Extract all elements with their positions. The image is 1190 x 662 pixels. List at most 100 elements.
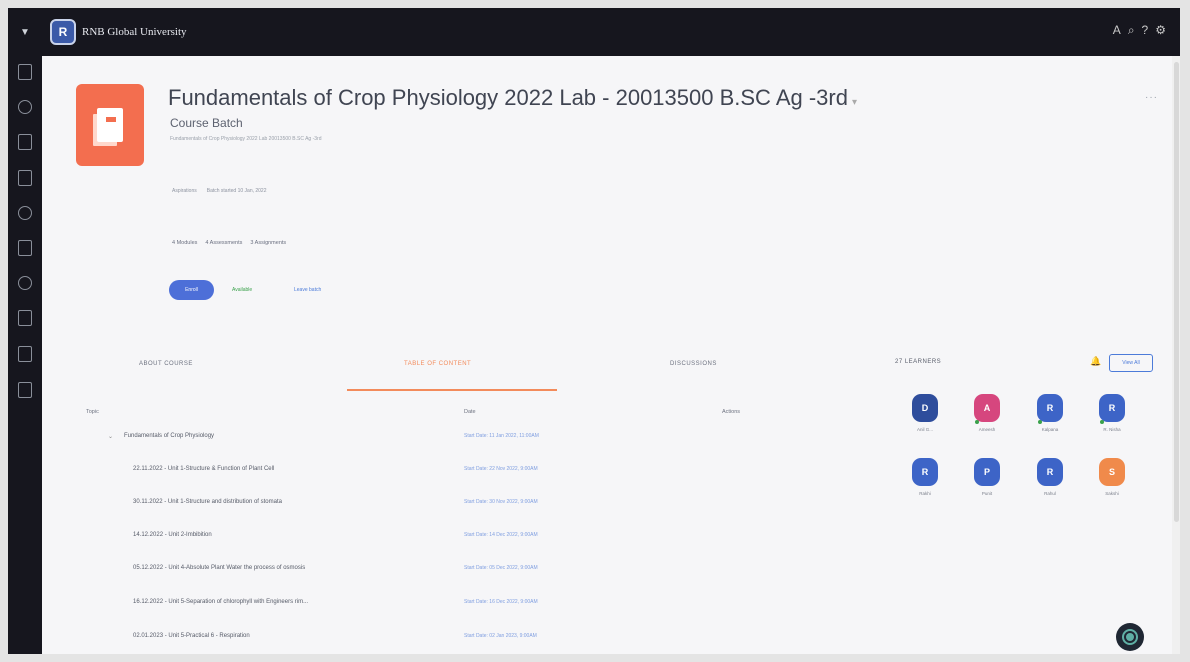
settings-icon[interactable]: ⚙ (1155, 23, 1166, 38)
learner-avatar[interactable]: A Ameesh (967, 394, 1007, 444)
document-icon[interactable] (18, 240, 32, 256)
row-date: Start Date: 30 Nov 2022, 9:00AM (464, 499, 538, 505)
tab-table-of-content[interactable]: TABLE OF CONTENT (404, 361, 471, 367)
courses-icon[interactable] (18, 134, 32, 150)
course-book-icon (76, 84, 144, 166)
edit-icon[interactable] (18, 310, 32, 326)
learner-avatar[interactable]: S Sakshi (1092, 458, 1132, 508)
tab-about-course[interactable]: ABOUT COURSE (139, 361, 193, 367)
availability-status: Available (232, 287, 253, 293)
row-date: Start Date: 05 Dec 2022, 9:00AM (464, 565, 538, 571)
course-stats: 4 Modules 4 Assessments 3 Assignments (172, 240, 286, 246)
users-icon[interactable] (18, 276, 32, 290)
table-row[interactable]: 02.01.2023 - Unit 5-Practical 6 - Respir… (42, 633, 872, 654)
learner-name: Ameesh (978, 427, 996, 432)
stat-assignments: 3 Assignments (250, 240, 287, 246)
chat-button[interactable] (1116, 623, 1144, 651)
learner-name: Rakhi (919, 491, 931, 496)
row-title[interactable]: 02.01.2023 - Unit 5-Practical 6 - Respir… (133, 633, 250, 639)
row-title[interactable]: Fundamentals of Crop Physiology (124, 433, 214, 439)
online-dot (1100, 420, 1104, 424)
stat-modules: 4 Modules (172, 240, 198, 246)
avatar: R (1037, 458, 1063, 486)
enroll-button[interactable]: Enroll (169, 280, 214, 300)
profile-icon[interactable] (18, 100, 32, 114)
app-screen: ▼ R RNB Global University A ⌕ ? ⚙ Fundam… (8, 8, 1180, 654)
notification-bell-icon[interactable]: 🔔 (1090, 356, 1101, 367)
top-right-icons: A ⌕ ? ⚙ (1113, 23, 1166, 38)
report-icon[interactable] (18, 382, 32, 398)
course-title: Fundamentals of Crop Physiology 2022 Lab… (168, 85, 857, 111)
learner-avatar[interactable]: R Kalpana (1030, 394, 1070, 444)
row-date: Start Date: 02 Jan 2023, 9:00AM (464, 633, 537, 639)
row-date: Start Date: 14 Dec 2022, 9:00AM (464, 532, 538, 538)
learner-name: Kalpana (1041, 427, 1059, 432)
learner-name: Punit (981, 491, 993, 496)
avatar: R (1099, 394, 1125, 422)
help-icon[interactable]: ? (1142, 23, 1149, 38)
chat-icon (1124, 631, 1136, 643)
avatar: R (912, 458, 938, 486)
calendar-icon[interactable] (18, 170, 32, 186)
column-header-actions: Actions (722, 409, 741, 415)
sidebar (8, 56, 42, 654)
scrollbar-thumb[interactable] (1174, 62, 1179, 522)
more-options-icon[interactable]: ··· (1145, 92, 1158, 103)
table-row[interactable]: 14.12.2022 - Unit 2-Imbibition Start Dat… (42, 532, 872, 562)
row-title[interactable]: 05.12.2022 - Unit 4-Absolute Plant Water… (133, 565, 305, 571)
table-row[interactable]: 16.12.2022 - Unit 5-Separation of chloro… (42, 599, 872, 629)
row-title[interactable]: 16.12.2022 - Unit 5-Separation of chloro… (133, 599, 308, 605)
online-dot (975, 420, 979, 424)
column-header-date: Date (464, 409, 476, 415)
table-row[interactable]: 30.11.2022 - Unit 1-Structure and distri… (42, 499, 872, 529)
main-content: Fundamentals of Crop Physiology 2022 Lab… (42, 56, 1180, 654)
avatar: A (974, 394, 1000, 422)
search-icon[interactable]: ⌕ (1128, 23, 1135, 38)
course-title-text: Fundamentals of Crop Physiology 2022 Lab… (168, 85, 848, 110)
people-icon[interactable] (18, 206, 32, 220)
learner-avatar[interactable]: R R. Nisha (1092, 394, 1132, 444)
home-icon[interactable] (18, 64, 32, 80)
meta-category: Aspirations (172, 188, 197, 194)
university-logo[interactable]: R (50, 19, 76, 45)
learner-avatar[interactable]: R Rahul (1030, 458, 1070, 508)
logo-letter: R (58, 25, 68, 39)
learner-avatar[interactable]: D Anil G... (905, 394, 945, 444)
learner-name: Rahul (1044, 491, 1056, 496)
tab-discussions[interactable]: DISCUSSIONS (670, 361, 717, 367)
leave-batch-link[interactable]: Leave batch (294, 287, 321, 293)
table-row[interactable]: 22.11.2022 - Unit 1-Structure & Function… (42, 466, 872, 496)
table-row[interactable]: 05.12.2022 - Unit 4-Absolute Plant Water… (42, 565, 872, 595)
learner-name: R. Nisha (1103, 427, 1121, 432)
avatar: P (974, 458, 1000, 486)
row-title[interactable]: 22.11.2022 - Unit 1-Structure & Function… (133, 466, 274, 472)
row-title[interactable]: 14.12.2022 - Unit 2-Imbibition (133, 532, 212, 538)
learner-name: Anil G... (916, 427, 933, 432)
table-row[interactable]: ⌄ Fundamentals of Crop Physiology Start … (42, 433, 872, 463)
menu-toggle-icon[interactable]: ▼ (8, 8, 42, 56)
course-meta: Aspirations Batch started 10 Jan, 2022 (172, 188, 267, 194)
view-all-learners-button[interactable]: View All (1109, 354, 1153, 372)
row-date: Start Date: 22 Nov 2022, 9:00AM (464, 466, 538, 472)
course-type-label: Course Batch (170, 116, 243, 130)
column-header-topic: Topic (86, 409, 99, 415)
monitor-icon[interactable] (18, 346, 32, 362)
avatar: R (1037, 394, 1063, 422)
active-tab-indicator (347, 389, 557, 391)
learner-name: Sakshi (1105, 491, 1119, 496)
avatar: D (912, 394, 938, 422)
learners-title: 27 LEARNERS (895, 359, 942, 365)
meta-start: Batch started 10 Jan, 2022 (206, 188, 267, 194)
row-date: Start Date: 11 Jan 2022, 11:00AM (464, 433, 539, 439)
collapse-chevron-icon[interactable]: ⌄ (108, 433, 113, 440)
learner-avatar[interactable]: R Rakhi (905, 458, 945, 508)
row-title[interactable]: 30.11.2022 - Unit 1-Structure and distri… (133, 499, 282, 505)
course-description: Fundamentals of Crop Physiology 2022 Lab… (170, 136, 322, 142)
user-icon[interactable]: A (1113, 23, 1121, 38)
title-dropdown-icon[interactable]: ▾ (852, 97, 857, 108)
learner-avatar[interactable]: P Punit (967, 458, 1007, 508)
avatar: S (1099, 458, 1125, 486)
online-dot (1038, 420, 1042, 424)
stat-assessments: 4 Assessments (205, 240, 243, 246)
org-name[interactable]: RNB Global University (82, 26, 187, 38)
